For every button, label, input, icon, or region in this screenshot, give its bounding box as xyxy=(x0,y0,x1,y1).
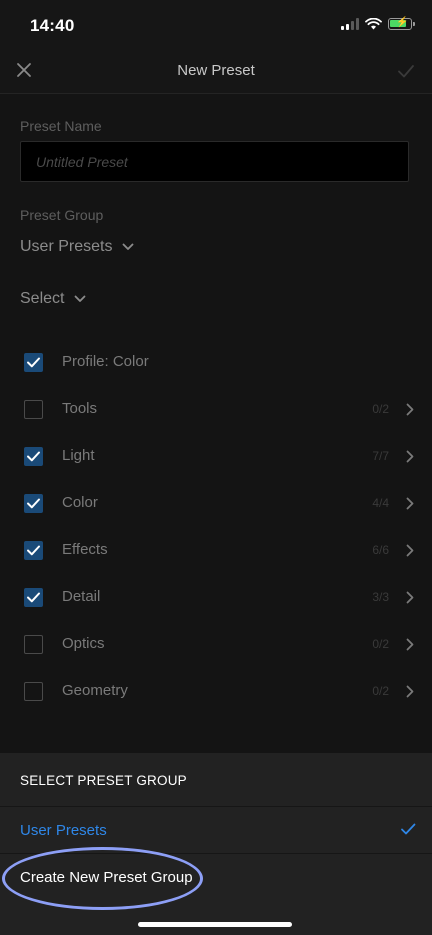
option-label: Geometry xyxy=(62,682,128,699)
preset-group-value: User Presets xyxy=(20,238,113,255)
status-time: 14:40 xyxy=(30,16,75,35)
chevron-right-icon[interactable] xyxy=(406,544,414,557)
sheet-title: SELECT PRESET GROUP xyxy=(20,773,187,788)
option-count: 0/2 xyxy=(372,637,389,651)
option-label: Tools xyxy=(62,400,98,417)
chevron-right-icon[interactable] xyxy=(406,591,414,604)
option-row-light[interactable]: Light 7/7 xyxy=(0,437,432,477)
home-indicator xyxy=(138,922,292,927)
user-presets-label: User Presets xyxy=(20,822,107,839)
status-bar: 14:40 ⚡ xyxy=(0,0,432,50)
screen: 14:40 ⚡ New Preset Preset Name Untitled … xyxy=(0,0,432,935)
option-count: 3/3 xyxy=(372,590,389,604)
wifi-icon xyxy=(365,18,382,30)
option-count: 4/4 xyxy=(372,496,389,510)
option-label: Detail xyxy=(62,588,101,605)
checkbox-unchecked[interactable] xyxy=(24,635,43,654)
checkbox-checked[interactable] xyxy=(24,494,43,513)
option-label: Color xyxy=(62,494,98,511)
checkmark-icon xyxy=(401,823,416,835)
preset-name-input[interactable] xyxy=(20,141,409,182)
option-row-tools[interactable]: Tools 0/2 xyxy=(0,390,432,430)
checkbox-checked[interactable] xyxy=(24,447,43,466)
option-count: 6/6 xyxy=(372,543,389,557)
option-row-geometry[interactable]: Geometry 0/2 xyxy=(0,672,432,712)
preset-group-label: Preset Group xyxy=(20,207,104,223)
option-label: Effects xyxy=(62,541,108,558)
status-icons: ⚡ xyxy=(341,17,415,30)
create-new-preset-group-option[interactable]: Create New Preset Group xyxy=(0,854,432,900)
option-label: Profile: Color xyxy=(62,353,149,370)
chevron-down-icon xyxy=(75,295,86,302)
create-new-preset-group-label: Create New Preset Group xyxy=(20,869,193,886)
option-label: Optics xyxy=(62,635,105,652)
chevron-right-icon[interactable] xyxy=(406,638,414,651)
cellular-signal-icon xyxy=(341,18,359,30)
option-row-detail[interactable]: Detail 3/3 xyxy=(0,578,432,618)
select-label: Select xyxy=(20,290,65,307)
chevron-right-icon[interactable] xyxy=(406,403,414,416)
select-preset-group-sheet: SELECT PRESET GROUP User Presets Create … xyxy=(0,753,432,935)
option-count: 0/2 xyxy=(372,402,389,416)
preset-group-dropdown[interactable]: User Presets xyxy=(20,238,134,256)
chevron-right-icon[interactable] xyxy=(406,450,414,463)
option-count: 7/7 xyxy=(372,449,389,463)
option-row-profile-color[interactable]: Profile: Color xyxy=(0,343,432,383)
confirm-check-icon[interactable] xyxy=(396,61,416,81)
page-title: New Preset xyxy=(177,62,255,79)
option-row-color[interactable]: Color 4/4 xyxy=(0,484,432,524)
battery-charging-icon: ⚡ xyxy=(388,17,415,30)
option-label: Light xyxy=(62,447,95,464)
chevron-right-icon[interactable] xyxy=(406,685,414,698)
preset-name-label: Preset Name xyxy=(20,118,102,134)
checkbox-checked[interactable] xyxy=(24,541,43,560)
option-count: 0/2 xyxy=(372,684,389,698)
checkbox-unchecked[interactable] xyxy=(24,400,43,419)
checkbox-unchecked[interactable] xyxy=(24,682,43,701)
checkbox-checked[interactable] xyxy=(24,588,43,607)
checkbox-checked[interactable] xyxy=(24,353,43,372)
chevron-down-icon xyxy=(123,243,134,250)
chevron-right-icon[interactable] xyxy=(406,497,414,510)
option-row-optics[interactable]: Optics 0/2 xyxy=(0,625,432,665)
option-row-effects[interactable]: Effects 6/6 xyxy=(0,531,432,571)
select-dropdown[interactable]: Select xyxy=(20,290,86,308)
nav-bar: New Preset xyxy=(0,50,432,94)
user-presets-option[interactable]: User Presets xyxy=(0,807,432,853)
